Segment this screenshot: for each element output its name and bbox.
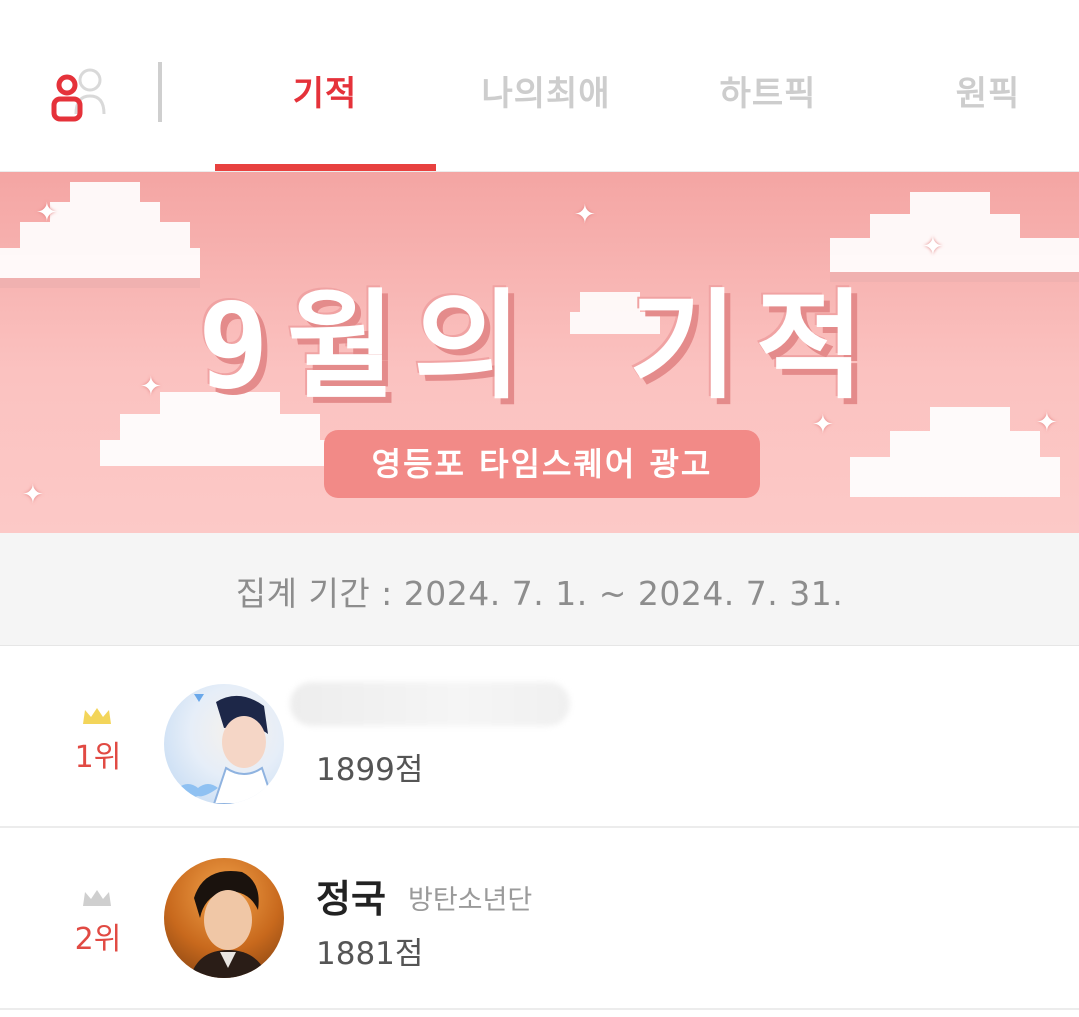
- sparkle-icon: ✦: [574, 200, 596, 230]
- top-tab-bar: 기적 나의최애 하트픽 원픽: [0, 0, 1079, 172]
- ranking-row-2[interactable]: 2위 정국 방탄소년단 1881점: [0, 828, 1079, 1010]
- avatar[interactable]: [164, 858, 284, 978]
- score: 1899점: [316, 752, 424, 788]
- sparkle-icon: ✦: [140, 372, 162, 402]
- crown-icon: [83, 708, 111, 724]
- tab-one-pick[interactable]: 원픽: [940, 72, 1036, 116]
- idol-name: 정국: [316, 877, 386, 921]
- tab-heart-pick[interactable]: 하트픽: [700, 72, 836, 116]
- sparkle-icon: ✦: [922, 232, 944, 262]
- period-bar: 집계 기간 : 2024. 7. 1. ~ 2024. 7. 31.: [0, 533, 1079, 646]
- avatar-photo: [190, 871, 268, 978]
- tab-divider: [158, 62, 162, 122]
- avatar[interactable]: [164, 684, 284, 804]
- avatar-illustration: [178, 694, 276, 804]
- user-icon: [51, 74, 83, 122]
- my-profile-button[interactable]: [50, 62, 120, 124]
- event-banner[interactable]: ✦ ✦ ✦ ✦ ✦ ✦ ✦ 9월의 기적 영등포 타임스퀘어 광고: [0, 172, 1079, 533]
- name-redacted: [290, 682, 570, 726]
- crown-icon: [83, 890, 111, 906]
- rank-number: 1위: [74, 740, 122, 775]
- banner-title: 9월의 기적: [197, 277, 883, 415]
- group-name: 방탄소년단: [408, 885, 533, 916]
- tab-miracle[interactable]: 기적: [265, 72, 385, 116]
- score: 1881점: [316, 936, 424, 972]
- sparkle-icon: ✦: [36, 198, 58, 228]
- tab-my-favorite[interactable]: 나의최애: [466, 72, 626, 116]
- banner-subtitle: 영등포 타임스퀘어 광고: [324, 430, 760, 498]
- rank-number: 2위: [74, 922, 122, 957]
- ranking-row-1[interactable]: 1위 1899점: [0, 646, 1079, 828]
- sparkle-icon: ✦: [1036, 408, 1058, 438]
- aggregation-period: 집계 기간 : 2024. 7. 1. ~ 2024. 7. 31.: [235, 574, 844, 613]
- cloud-decoration: [850, 407, 1060, 497]
- sparkle-icon: ✦: [22, 480, 44, 510]
